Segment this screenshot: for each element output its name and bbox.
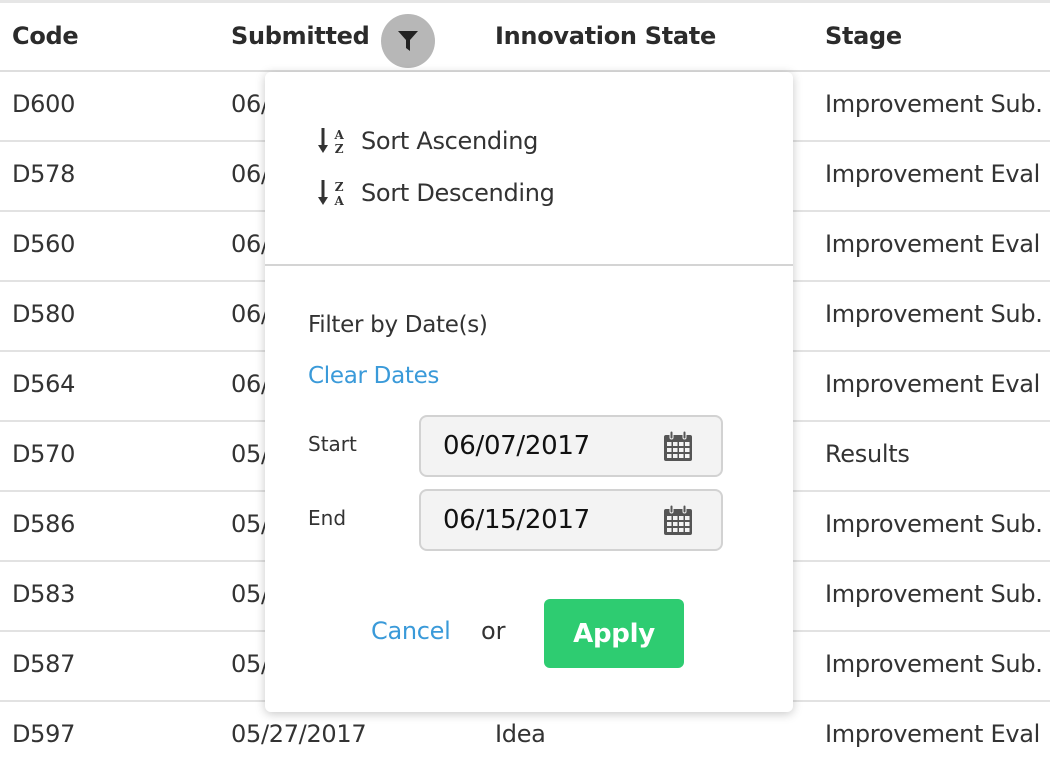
end-date-label: End (308, 506, 347, 530)
cell-stage: Improvement Sub. (825, 300, 1043, 328)
cell-code: D560 (12, 230, 76, 258)
cell-submitted: 05/ (231, 510, 269, 538)
end-date-input[interactable]: 06/15/2017 (419, 489, 723, 551)
cell-submitted: 05/27/2017 (231, 720, 367, 748)
cell-code: D586 (12, 510, 76, 538)
apply-button[interactable]: Apply (544, 599, 684, 668)
svg-text:Z: Z (335, 180, 344, 194)
cell-submitted: 06/ (231, 370, 269, 398)
sort-descending-label: Sort Descending (361, 179, 555, 207)
cell-stage: Results (825, 440, 910, 468)
cell-stage: Improvement Eval (825, 160, 1041, 188)
cell-stage: Improvement Sub. (825, 650, 1043, 678)
start-date-input[interactable]: 06/07/2017 (419, 415, 723, 477)
column-header-innovation-state[interactable]: Innovation State (495, 22, 716, 50)
svg-text:A: A (333, 194, 344, 208)
filter-popover: A Z Sort Ascending Z A Sort Descending F… (265, 72, 793, 712)
start-date-label: Start (308, 432, 357, 456)
cell-stage: Improvement Sub. (825, 580, 1043, 608)
sort-alpha-desc-icon: Z A (318, 180, 345, 208)
sort-descending-option[interactable]: Z A Sort Descending (317, 178, 555, 208)
sort-alpha-asc-icon: A Z (318, 128, 345, 156)
cell-stage: Improvement Sub. (825, 90, 1043, 118)
end-date-value[interactable]: 06/15/2017 (443, 505, 663, 535)
table-header: Code Submitted Innovation State Stage (0, 3, 1050, 72)
clear-dates-link[interactable]: Clear Dates (308, 363, 439, 389)
svg-text:A: A (333, 128, 344, 142)
cell-code: D564 (12, 370, 76, 398)
cell-stage: Improvement Eval (825, 370, 1041, 398)
calendar-icon[interactable] (663, 430, 693, 462)
filter-icon (398, 31, 418, 51)
cell-submitted: 06/ (231, 300, 269, 328)
cell-code: D578 (12, 160, 76, 188)
column-header-submitted[interactable]: Submitted (231, 22, 370, 50)
cell-code: D587 (12, 650, 76, 678)
cell-submitted: 05/ (231, 580, 269, 608)
cell-stage: Improvement Sub. (825, 510, 1043, 538)
cell-code: D580 (12, 300, 76, 328)
cell-submitted: 05/ (231, 650, 269, 678)
column-header-stage[interactable]: Stage (825, 22, 902, 50)
cell-code: D597 (12, 720, 76, 748)
cell-code: D583 (12, 580, 76, 608)
cell-code: D600 (12, 90, 76, 118)
cell-submitted: 06/ (231, 230, 269, 258)
cell-stage: Improvement Eval (825, 230, 1041, 258)
cell-submitted: 06/ (231, 160, 269, 188)
cell-innovation-state: Idea (495, 720, 546, 748)
cell-stage: Improvement Eval (825, 720, 1041, 748)
start-date-value[interactable]: 06/07/2017 (443, 431, 663, 461)
or-separator: or (481, 617, 506, 645)
submitted-filter-button[interactable] (381, 14, 435, 68)
calendar-icon[interactable] (663, 504, 693, 536)
sort-ascending-label: Sort Ascending (361, 127, 539, 155)
table-row[interactable]: D597 05/27/2017 Idea Improvement Eval (0, 702, 1050, 770)
popover-divider (265, 264, 793, 266)
cell-submitted: 05/ (231, 440, 269, 468)
cancel-link[interactable]: Cancel (371, 617, 451, 645)
cell-code: D570 (12, 440, 76, 468)
svg-text:Z: Z (335, 142, 344, 156)
cell-submitted: 06/ (231, 90, 269, 118)
filter-by-date-heading: Filter by Date(s) (308, 312, 488, 338)
sort-ascending-option[interactable]: A Z Sort Ascending (317, 126, 538, 156)
column-header-code[interactable]: Code (12, 22, 79, 50)
